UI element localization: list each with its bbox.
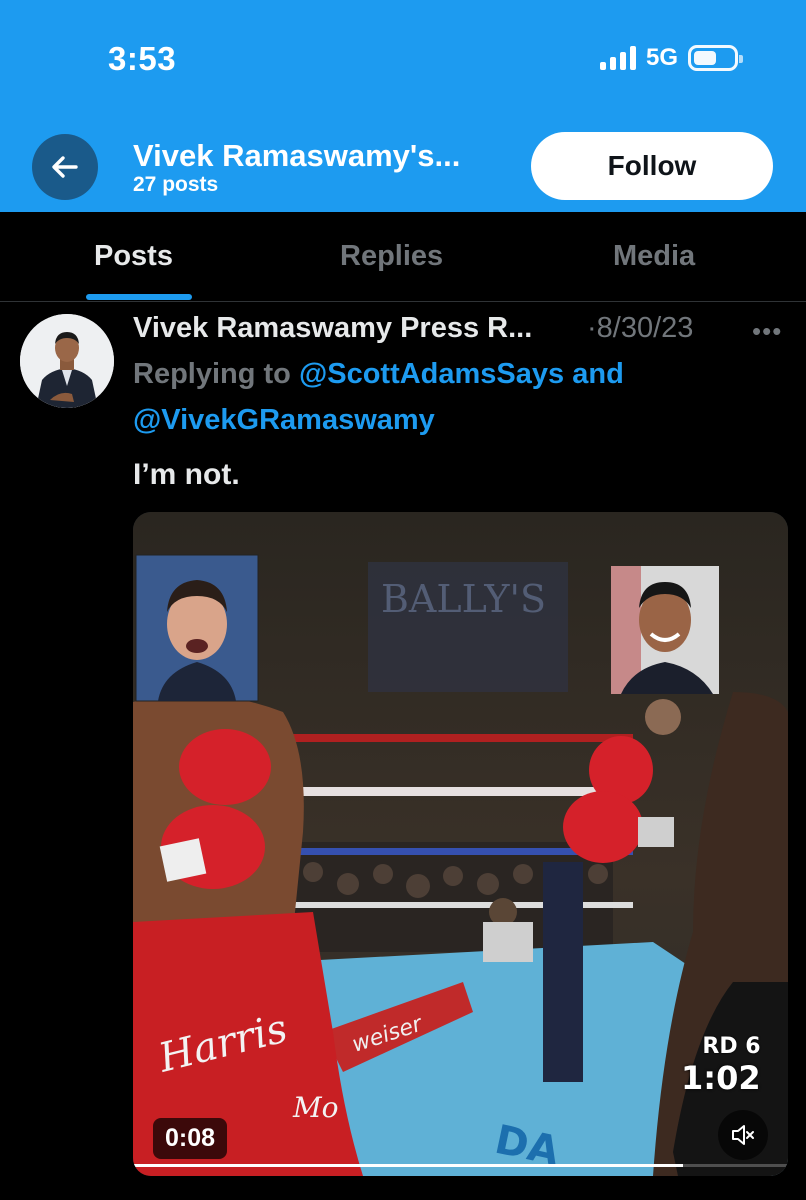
tab-posts[interactable]: Posts bbox=[94, 240, 173, 273]
profile-tabs: Posts Replies Media bbox=[0, 212, 806, 302]
status-icons: 5G bbox=[599, 44, 743, 72]
video-scoreboard: RD 6 1:02 bbox=[681, 1034, 761, 1097]
battery-icon bbox=[688, 45, 743, 71]
mention-link[interactable]: @ScottAdamsSays bbox=[299, 358, 564, 390]
round-text: RD 6 bbox=[702, 1034, 761, 1059]
post-count: 27 posts bbox=[133, 173, 219, 196]
back-button[interactable] bbox=[32, 134, 98, 200]
author-avatar[interactable] bbox=[20, 314, 114, 408]
profile-header: 3:53 5G Vivek Ramaswamy's... 27 posts Fo… bbox=[0, 0, 806, 212]
bally-banner-text: BALLY'S bbox=[381, 577, 546, 621]
status-time: 3:53 bbox=[108, 40, 177, 77]
post-video[interactable]: BALLY'S weiser DA Harris Mo RD 6 1:02 0:… bbox=[133, 512, 788, 1176]
tab-media[interactable]: Media bbox=[613, 240, 695, 273]
mention-conjunction: and bbox=[564, 358, 624, 390]
profile-name: Vivek Ramaswamy's... bbox=[133, 138, 461, 173]
replying-prefix: Replying to bbox=[133, 358, 299, 390]
svg-text:Mo: Mo bbox=[292, 1091, 339, 1124]
post-actions-partial bbox=[0, 1186, 806, 1200]
more-horizontal-icon[interactable]: ••• bbox=[752, 316, 782, 347]
date-separator: · bbox=[587, 312, 597, 344]
follow-button[interactable]: Follow bbox=[531, 132, 773, 200]
post-author-name[interactable]: Vivek Ramaswamy Press R... bbox=[133, 312, 532, 345]
video-duration-badge: 0:08 bbox=[153, 1118, 228, 1159]
cellular-signal-icon bbox=[599, 46, 636, 70]
active-tab-indicator bbox=[86, 294, 192, 300]
mute-button[interactable] bbox=[718, 1110, 768, 1160]
post-date[interactable]: ·8/30/23 bbox=[587, 312, 693, 345]
tab-replies[interactable]: Replies bbox=[340, 240, 443, 273]
arrow-left-icon bbox=[52, 156, 78, 178]
fight-clock-text: 1:02 bbox=[681, 1059, 761, 1097]
mention-link-2[interactable]: @VivekGRamaswamy bbox=[133, 404, 435, 437]
replying-to-line: Replying to @ScottAdamsSays and bbox=[133, 358, 624, 391]
post-date-text: 8/30/23 bbox=[596, 312, 694, 344]
post-text: I’m not. bbox=[133, 458, 240, 491]
network-type: 5G bbox=[645, 44, 678, 71]
video-progress-fill bbox=[133, 1164, 684, 1167]
muted-speaker-icon bbox=[732, 1125, 754, 1145]
video-progress-bar[interactable] bbox=[133, 1164, 788, 1167]
